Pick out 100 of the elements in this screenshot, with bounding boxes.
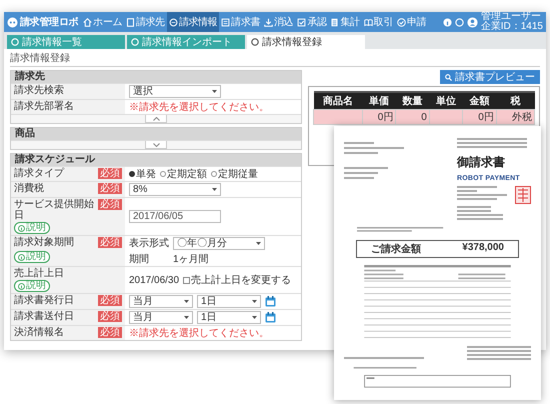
amount-label: ご請求金額 xyxy=(371,242,421,256)
table-cell: 外税 xyxy=(496,110,534,124)
required-badge: 必須 xyxy=(98,311,122,322)
field-label: 消費税 xyxy=(14,183,45,194)
field-label: 決済情報名 xyxy=(14,327,65,338)
user-name: 管理ユーザー xyxy=(480,12,542,22)
field-label: 請求対象期間 xyxy=(14,237,75,248)
chart-icon xyxy=(330,18,340,26)
seal-stamp-icon xyxy=(515,186,531,204)
column-header: 単位 xyxy=(429,92,463,110)
section-header: 商品 xyxy=(11,128,301,140)
search-icon xyxy=(445,74,452,80)
checkbox-icon xyxy=(297,18,306,26)
document-title: 御請求書 xyxy=(457,154,505,171)
caret-icon xyxy=(252,300,257,303)
invoice-number-text-lines xyxy=(457,138,527,150)
radio-option[interactable]: 単発 xyxy=(129,168,156,180)
caret-icon xyxy=(184,316,189,319)
field-label: 期間 xyxy=(129,254,149,265)
column-header: 金額 xyxy=(462,92,496,110)
column-header: 数量 xyxy=(396,92,430,110)
error-message: ※請求先を選択してください。 xyxy=(129,102,269,112)
issuer-text-lines xyxy=(457,186,507,222)
chevron-down-icon xyxy=(152,142,160,146)
select-field[interactable]: 当月 xyxy=(129,311,193,324)
company-id: 企業ID：1415 xyxy=(480,22,543,32)
radio-option[interactable]: 定期定額 xyxy=(160,168,207,180)
caret-icon xyxy=(256,242,261,245)
field-label: 請求タイプ xyxy=(14,168,66,179)
document-icon xyxy=(126,18,136,26)
column-header: 税 xyxy=(496,92,534,110)
required-badge: 必須 xyxy=(98,295,122,306)
collapse-toggle[interactable] xyxy=(145,141,167,149)
field-label: 請求書送付日 xyxy=(14,311,75,322)
info-icon[interactable] xyxy=(442,18,452,26)
nav-item[interactable]: 集計 xyxy=(328,12,362,32)
table-cell: 0円 xyxy=(462,110,496,124)
table-cell xyxy=(429,110,463,124)
section-header: 請求先 xyxy=(11,71,301,83)
column-header: 単価 xyxy=(362,92,396,110)
nav-item[interactable]: 申請 xyxy=(394,12,428,32)
caret-icon xyxy=(184,300,189,303)
column-header: 商品名 xyxy=(314,92,362,110)
required-badge: 必須 xyxy=(98,168,122,179)
download-icon xyxy=(264,18,274,26)
calendar-icon[interactable] xyxy=(265,296,276,307)
field-label: 売上計上日 xyxy=(14,268,65,279)
chevron-up-icon xyxy=(152,116,160,120)
period-value: 1ヶ月間 xyxy=(173,254,209,265)
collapse-toggle[interactable] xyxy=(145,115,167,123)
robot-logo-icon xyxy=(7,16,18,28)
nav-item[interactable]: 消込 xyxy=(262,12,296,32)
info-icon xyxy=(18,282,25,290)
field-label: 請求先検索 xyxy=(14,85,65,96)
select-field[interactable]: 〇年〇月分 xyxy=(173,237,265,250)
field-label: 表示形式 xyxy=(129,238,169,249)
select-field[interactable]: 当月 xyxy=(129,295,193,308)
select-field[interactable]: 1日 xyxy=(197,295,261,308)
help-icon[interactable] xyxy=(454,18,464,26)
caret-icon xyxy=(212,90,217,93)
info-icon xyxy=(18,254,25,260)
field-label: サービス提供開始日 xyxy=(14,199,95,221)
info-icon xyxy=(18,224,25,232)
home-icon xyxy=(83,18,92,26)
select-field[interactable]: 1日 xyxy=(197,311,261,324)
required-badge: 必須 xyxy=(98,183,122,194)
nav-item[interactable]: 承認 xyxy=(295,12,328,32)
field-label: 請求先部署名 xyxy=(14,101,75,112)
checkbox-option[interactable]: 売上計上日を変更する xyxy=(183,274,292,286)
radio-option[interactable]: 定期従量 xyxy=(211,168,258,180)
page-title: 請求情報登録 xyxy=(10,53,540,67)
nav-item[interactable]: 請求情報 xyxy=(166,12,220,32)
check-circle-icon xyxy=(396,18,406,26)
app-logo-text: 請求管理ロボ xyxy=(20,16,78,29)
date-field[interactable]: 2017/06/05 xyxy=(129,210,221,223)
tab[interactable]: 請求情報登録 xyxy=(247,35,365,49)
book-icon xyxy=(364,18,373,26)
invoice-preview-button[interactable]: 請求書プレビュー xyxy=(440,70,540,84)
date-value: 2017/06/30 xyxy=(129,274,180,286)
table-cell xyxy=(314,110,362,124)
field-label: 請求書発行日 xyxy=(14,295,75,306)
required-badge: 必須 xyxy=(98,237,122,248)
table-cell: 0円 xyxy=(362,110,396,124)
calendar-icon[interactable] xyxy=(265,312,276,323)
nav-item[interactable]: 取引 xyxy=(362,12,395,32)
section-header: 請求スケジュール xyxy=(11,154,301,166)
nav-item[interactable]: ホーム xyxy=(81,12,124,32)
error-message: ※請求先を選択してください。 xyxy=(129,328,269,338)
select-field[interactable]: 選択 xyxy=(129,85,221,98)
address-text-lines xyxy=(344,142,404,157)
nav-item[interactable]: 請求書 xyxy=(219,12,262,32)
required-badge: 必須 xyxy=(98,199,122,210)
amount-value: ¥378,000 xyxy=(462,242,504,256)
caret-icon xyxy=(252,316,257,319)
select-field[interactable]: 8% xyxy=(129,183,221,196)
user-icon[interactable] xyxy=(466,16,478,28)
totals-text-lines xyxy=(467,346,531,362)
required-badge: 必須 xyxy=(98,327,122,338)
caret-icon xyxy=(212,188,217,191)
nav-item[interactable]: 請求先 xyxy=(124,12,167,32)
